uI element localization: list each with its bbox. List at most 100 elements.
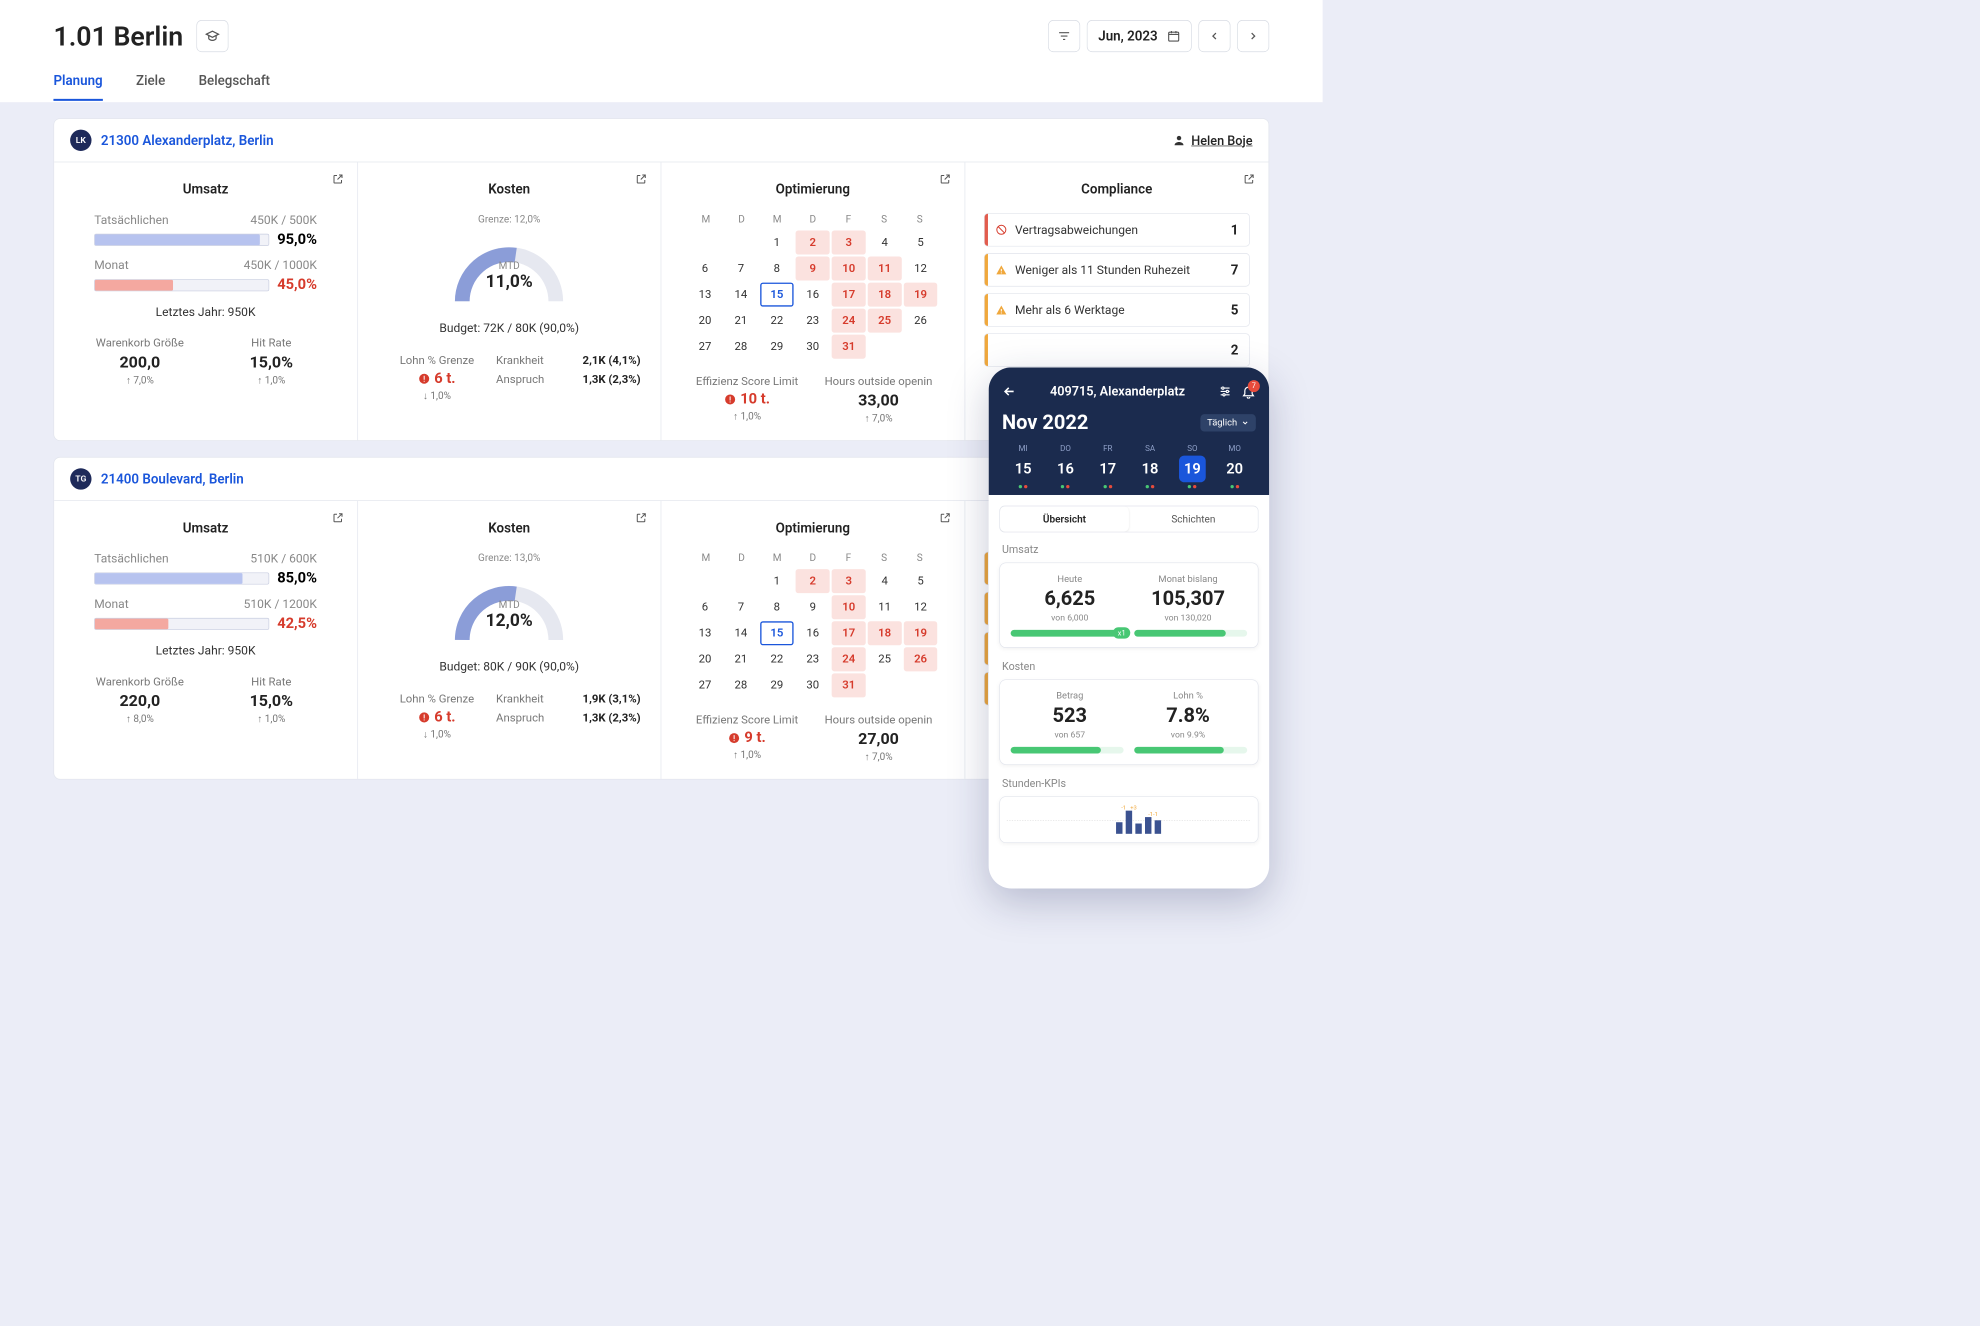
calendar-day[interactable]: 26 [904,647,938,671]
calendar-day[interactable] [688,230,722,254]
calendar-day[interactable]: 22 [760,309,794,333]
calendar-day[interactable]: 31 [832,673,866,697]
calendar-day[interactable]: 20 [688,647,722,671]
calendar-day[interactable]: 22 [760,647,794,671]
calendar-day[interactable]: 19 [904,283,938,307]
calendar-day[interactable]: 30 [796,335,830,359]
expand-button[interactable] [1243,173,1255,185]
calendar-day[interactable]: 17 [832,621,866,645]
expand-button[interactable] [939,173,951,185]
calendar-day[interactable]: 7 [724,595,758,619]
segment-overview[interactable]: Übersicht [1000,506,1129,531]
calendar-day[interactable]: 14 [724,621,758,645]
calendar-day[interactable]: 1 [760,569,794,593]
calendar-day[interactable] [724,230,758,254]
calendar-day[interactable]: 25 [868,309,902,333]
expand-button[interactable] [332,173,344,185]
calendar-day[interactable]: 9 [796,257,830,281]
calendar-day[interactable]: 3 [832,230,866,254]
phone-view-toggle[interactable]: Täglich [1200,414,1255,431]
calendar-day[interactable]: 20 [688,309,722,333]
calendar-day[interactable]: 6 [688,595,722,619]
phone-month[interactable]: Nov 2022 [1002,411,1088,434]
phone-day[interactable]: FR17 [1087,444,1129,489]
calendar-day[interactable]: 15 [760,283,794,307]
calendar-day[interactable]: 14 [724,283,758,307]
calendar-day[interactable]: 21 [724,309,758,333]
phone-day[interactable]: SA18 [1129,444,1171,489]
calendar-day[interactable]: 24 [832,647,866,671]
calendar-day[interactable]: 30 [796,673,830,697]
calendar-day[interactable]: 7 [724,257,758,281]
calendar-day[interactable]: 2 [796,230,830,254]
education-icon-button[interactable] [197,20,229,52]
calendar-day[interactable]: 26 [904,309,938,333]
next-button[interactable] [1237,20,1269,52]
phone-day[interactable]: SO19 [1171,444,1213,489]
calendar-day[interactable]: 9 [796,595,830,619]
compliance-row[interactable]: Vertragsabweichungen1 [984,213,1250,246]
expand-button[interactable] [635,512,647,524]
calendar-day[interactable]: 19 [904,621,938,645]
user-link[interactable]: Helen Boje [1173,133,1253,148]
calendar-day[interactable]: 17 [832,283,866,307]
phone-back-button[interactable] [1002,384,1017,399]
calendar-day[interactable]: 27 [688,673,722,697]
phone-day[interactable]: DO16 [1044,444,1086,489]
calendar-day[interactable]: 29 [760,673,794,697]
calendar-day[interactable]: 10 [832,595,866,619]
calendar-day[interactable] [688,569,722,593]
calendar-day[interactable]: 4 [868,230,902,254]
calendar-day[interactable]: 2 [796,569,830,593]
calendar-day[interactable]: 24 [832,309,866,333]
calendar-day[interactable]: 1 [760,230,794,254]
phone-notif-button[interactable]: 7 [1241,384,1256,399]
calendar-day[interactable] [904,673,938,697]
calendar-day[interactable]: 15 [760,621,794,645]
calendar-day[interactable]: 31 [832,335,866,359]
tab-belegschaft[interactable]: Belegschaft [199,72,270,101]
expand-button[interactable] [332,512,344,524]
prev-button[interactable] [1198,20,1230,52]
calendar-day[interactable]: 13 [688,621,722,645]
location-name[interactable]: 21300 Alexanderplatz, Berlin [101,132,274,148]
segment-shifts[interactable]: Schichten [1129,506,1258,531]
calendar-day[interactable]: 28 [724,673,758,697]
compliance-row[interactable]: Mehr als 6 Werktage5 [984,293,1250,326]
calendar-day[interactable]: 11 [868,257,902,281]
calendar-day[interactable]: 16 [796,621,830,645]
calendar-day[interactable]: 21 [724,647,758,671]
calendar-day[interactable]: 16 [796,283,830,307]
expand-button[interactable] [939,512,951,524]
calendar-day[interactable]: 8 [760,257,794,281]
calendar-day[interactable]: 27 [688,335,722,359]
tab-ziele[interactable]: Ziele [136,72,165,101]
tab-planung[interactable]: Planung [53,72,102,101]
location-name[interactable]: 21400 Boulevard, Berlin [101,471,244,487]
calendar-day[interactable]: 25 [868,647,902,671]
compliance-row[interactable]: Weniger als 11 Stunden Ruhezeit7 [984,253,1250,286]
calendar-day[interactable]: 23 [796,309,830,333]
calendar-day[interactable]: 28 [724,335,758,359]
calendar-day[interactable]: 10 [832,257,866,281]
phone-day[interactable]: MO20 [1214,444,1256,489]
calendar-day[interactable]: 29 [760,335,794,359]
phone-day[interactable]: MI15 [1002,444,1044,489]
expand-button[interactable] [635,173,647,185]
calendar-day[interactable]: 12 [904,595,938,619]
phone-filter-button[interactable] [1218,384,1231,397]
calendar-day[interactable]: 5 [904,230,938,254]
calendar-day[interactable] [904,335,938,359]
calendar-day[interactable]: 13 [688,283,722,307]
calendar-day[interactable]: 6 [688,257,722,281]
calendar-day[interactable]: 18 [868,283,902,307]
calendar-day[interactable]: 12 [904,257,938,281]
calendar-day[interactable]: 8 [760,595,794,619]
calendar-day[interactable] [868,673,902,697]
calendar-day[interactable]: 23 [796,647,830,671]
calendar-day[interactable] [868,335,902,359]
compliance-row[interactable]: 2 [984,333,1250,366]
calendar-day[interactable]: 18 [868,621,902,645]
calendar-day[interactable]: 11 [868,595,902,619]
date-picker[interactable]: Jun, 2023 [1087,20,1192,52]
